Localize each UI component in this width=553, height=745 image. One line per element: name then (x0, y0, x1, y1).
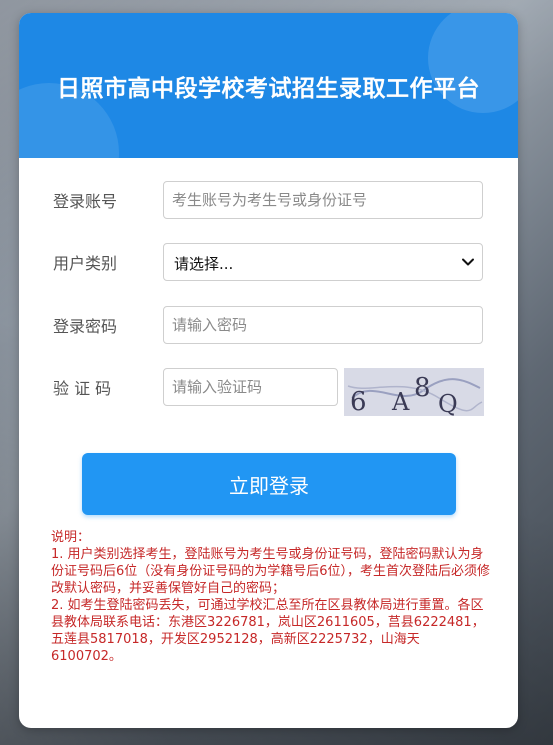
card-header: 日照市高中段学校考试招生录取工作平台 (19, 13, 518, 158)
user-type-selected: 请选择... (174, 255, 234, 273)
captcha-image[interactable]: 6 A 8 Q (344, 368, 484, 418)
captcha-graphic: 6 A 8 Q (344, 368, 484, 418)
captcha-char: A (391, 388, 410, 416)
password-input[interactable] (163, 306, 483, 344)
login-button[interactable]: 立即登录 (82, 453, 456, 515)
account-label: 登录账号 (53, 192, 118, 211)
instructions-item: 2. 如考生登陆密码丢失，可通过学校汇总至所在区县教体局进行重置。各区县教体局联… (51, 598, 485, 664)
password-label: 登录密码 (53, 317, 118, 336)
captcha-input[interactable] (163, 368, 338, 406)
instructions-title: 说明： (51, 530, 91, 545)
chevron-down-icon (462, 258, 474, 266)
captcha-char: 8 (414, 373, 431, 403)
instructions-item: 1. 用户类别选择考生，登陆账号为考生号或身份证号码，登陆密码默认为身份证号码后… (51, 547, 491, 596)
account-input[interactable] (163, 181, 483, 219)
login-card: 日照市高中段学校考试招生录取工作平台 登录账号 用户类别 请选择... 登录密码… (19, 13, 518, 728)
captcha-char: Q (438, 390, 458, 416)
captcha-char: 6 (350, 387, 367, 416)
captcha-label: 验 证 码 (53, 379, 112, 398)
user-type-label: 用户类别 (53, 254, 118, 273)
instructions: 说明： 1. 用户类别选择考生，登陆账号为考生号或身份证号码，登陆密码默认为身份… (51, 529, 491, 665)
user-type-select[interactable]: 请选择... (163, 243, 483, 281)
page-title: 日照市高中段学校考试招生录取工作平台 (57, 76, 480, 102)
